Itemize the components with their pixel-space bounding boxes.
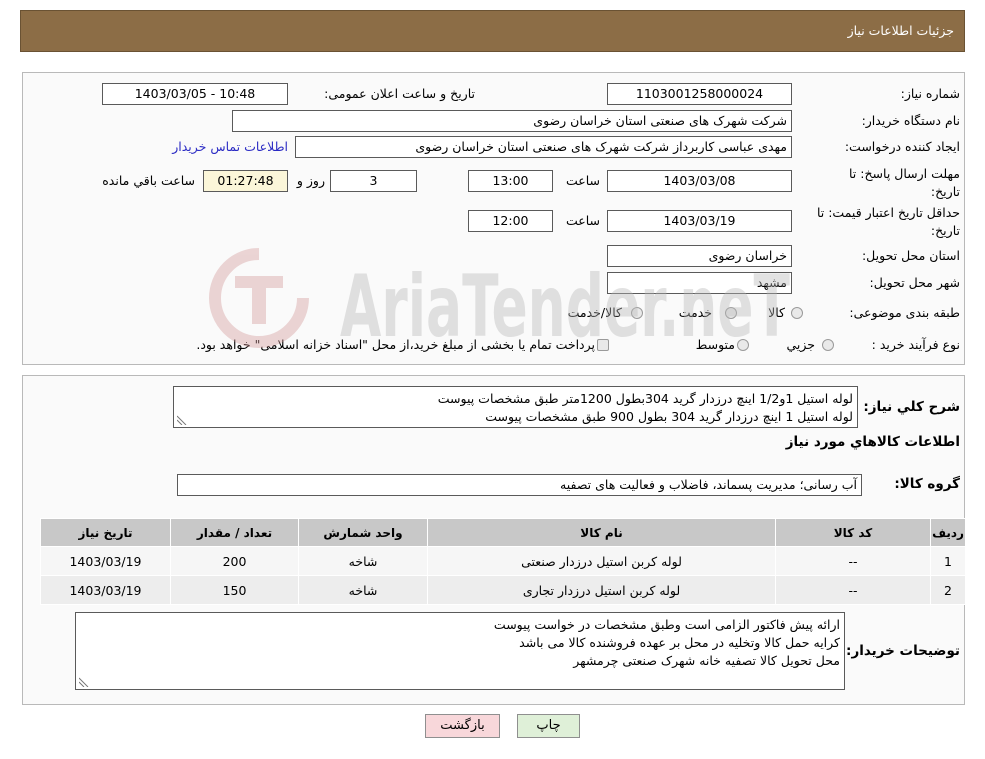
process-option-medium: متوسط [695, 337, 735, 352]
description-textarea[interactable]: لوله استیل 1و1/2 اینچ درزدار گرید 304بطو… [173, 386, 858, 428]
cell-item-code: -- [775, 546, 931, 576]
cell-quantity: 150 [170, 575, 299, 605]
delivery-province-field[interactable]: خراسان رضوی [607, 245, 792, 267]
table-row: 1 -- لوله کربن استیل درزدار صنعتی شاخه 2… [40, 546, 966, 576]
cell-quantity: 200 [170, 546, 299, 576]
remaining-time-field[interactable]: 01:27:48 [203, 170, 288, 192]
cell-unit: شاخه [298, 546, 428, 576]
print-button[interactable]: چاپ [517, 714, 580, 738]
price-validity-time-label: ساعت [565, 213, 600, 228]
cell-item-code: -- [775, 575, 931, 605]
response-deadline-label: مهلت ارسال پاسخ: تا تاریخ: [849, 165, 960, 201]
process-type-label: نوع فرآیند خرید : [871, 337, 960, 352]
page-header: جزئیات اطلاعات نیاز [20, 10, 965, 52]
back-button[interactable]: بازگشت [425, 714, 500, 738]
column-header-need-date: تاریخ نیاز [40, 518, 171, 547]
category-radio-service[interactable] [725, 307, 737, 319]
remaining-days-field[interactable]: 3 [330, 170, 417, 192]
buyer-org-field[interactable]: شرکت شهرک های صنعتی استان خراسان رضوی [232, 110, 792, 132]
response-deadline-date-field[interactable]: 1403/03/08 [607, 170, 792, 192]
requester-field[interactable]: مهدی عباسی کاربرداز شرکت شهرک های صنعتی … [295, 136, 792, 158]
response-deadline-label-line1: مهلت ارسال پاسخ: تا [849, 166, 960, 181]
response-deadline-time-field[interactable]: 13:00 [468, 170, 553, 192]
description-line: لوله استیل 1 اینچ درزدار گرید 304 بطول 9… [485, 409, 853, 424]
price-validity-date-field[interactable]: 1403/03/19 [607, 210, 792, 232]
items-table: ردیف کد کالا نام کالا واحد شمارش تعداد /… [40, 518, 966, 605]
items-heading: اطلاعات کالاهاي مورد نياز [785, 434, 960, 450]
process-radio-medium[interactable] [737, 339, 749, 351]
page-title: جزئیات اطلاعات نیاز [847, 23, 954, 38]
process-option-minor: جزيي [786, 337, 815, 352]
price-validity-label-line1: حداقل تاریخ اعتبار قیمت: تا [816, 205, 960, 220]
cell-row-number: 1 [930, 546, 966, 576]
table-header-row: ردیف کد کالا نام کالا واحد شمارش تعداد /… [40, 518, 966, 547]
column-header-quantity: تعداد / مقدار [170, 518, 299, 547]
delivery-city-label: شهر محل تحویل: [869, 275, 960, 290]
response-deadline-label-line2: تاریخ: [930, 184, 960, 199]
cell-unit: شاخه [298, 575, 428, 605]
requester-label: ایجاد کننده درخواست: [844, 139, 960, 154]
price-validity-time-field[interactable]: 12:00 [468, 210, 553, 232]
category-radio-goods-service[interactable] [631, 307, 643, 319]
buyer-notes-line: محل تحویل کالا تصفیه خانه شهرک صنعتی چرم… [573, 653, 840, 668]
resize-grip-icon[interactable] [177, 415, 187, 425]
need-number-field[interactable]: 1103001258000024 [607, 83, 792, 105]
buyer-notes-textarea[interactable]: ارائه پیش فاکتور الزامی است وطبق مشخصات … [75, 612, 845, 690]
cell-row-number: 2 [930, 575, 966, 605]
description-line: لوله استیل 1و1/2 اینچ درزدار گرید 304بطو… [437, 391, 853, 406]
need-number-label: شماره نیاز: [900, 86, 960, 101]
category-option-service: خدمت [678, 305, 712, 320]
buyer-notes-line: کرایه حمل کالا وتخلیه در محل بر عهده فرو… [519, 635, 840, 650]
treasury-checkbox[interactable] [597, 339, 609, 351]
buyer-notes-label: توضیحات خریدار: [846, 643, 960, 659]
announce-datetime-field[interactable]: 1403/03/05 - 10:48 [102, 83, 288, 105]
need-items-panel: شرح کلي نياز: لوله استیل 1و1/2 اینچ درزد… [22, 375, 966, 705]
category-option-goods: کالا [768, 305, 785, 320]
goods-group-label: گروه کالا: [894, 476, 960, 492]
need-details-panel: شماره نیاز: 1103001258000024 تاریخ و ساع… [22, 72, 965, 365]
category-radio-goods[interactable] [791, 307, 803, 319]
column-header-item-code: کد کالا [775, 518, 931, 547]
price-validity-label-line2: تاریخ: [930, 223, 960, 238]
treasury-note: پرداخت تمام یا بخشی از مبلغ خرید،از محل … [196, 337, 595, 352]
cell-item-name: لوله کربن استیل درزدار تجاری [427, 575, 776, 605]
price-validity-label: حداقل تاریخ اعتبار قیمت: تا تاریخ: [817, 204, 960, 240]
cell-need-date: 1403/03/19 [40, 575, 171, 605]
cell-need-date: 1403/03/19 [40, 546, 171, 576]
delivery-province-label: استان محل تحویل: [861, 248, 960, 263]
buyer-contact-link[interactable]: اطلاعات تماس خریدار [172, 139, 288, 155]
process-radio-minor[interactable] [822, 339, 834, 351]
buyer-notes-line: ارائه پیش فاکتور الزامی است وطبق مشخصات … [493, 617, 840, 632]
remaining-time-label: ساعت باقي مانده [102, 173, 195, 188]
goods-group-field[interactable]: آب رسانی؛ مدیریت پسماند، فاضلاب و فعالیت… [177, 474, 862, 496]
delivery-city-field[interactable]: مشهد [607, 272, 792, 294]
description-label: شرح کلي نياز: [863, 399, 960, 415]
cell-item-name: لوله کربن استیل درزدار صنعتی [427, 546, 776, 576]
column-header-row-number: ردیف [930, 518, 966, 547]
category-label: طبقه بندی موضوعی: [849, 305, 960, 320]
remaining-days-label: روز و [296, 173, 325, 188]
response-deadline-time-label: ساعت [565, 173, 600, 188]
announce-datetime-label: تاریخ و ساعت اعلان عمومی: [324, 86, 475, 101]
column-header-item-name: نام کالا [427, 518, 776, 547]
table-row: 2 -- لوله کربن استیل درزدار تجاری شاخه 1… [40, 575, 966, 605]
category-option-goods-service: کالا/خدمت [567, 305, 622, 320]
buyer-org-label: نام دستگاه خریدار: [861, 113, 960, 128]
resize-grip-icon[interactable] [79, 677, 89, 687]
column-header-unit: واحد شمارش [298, 518, 428, 547]
